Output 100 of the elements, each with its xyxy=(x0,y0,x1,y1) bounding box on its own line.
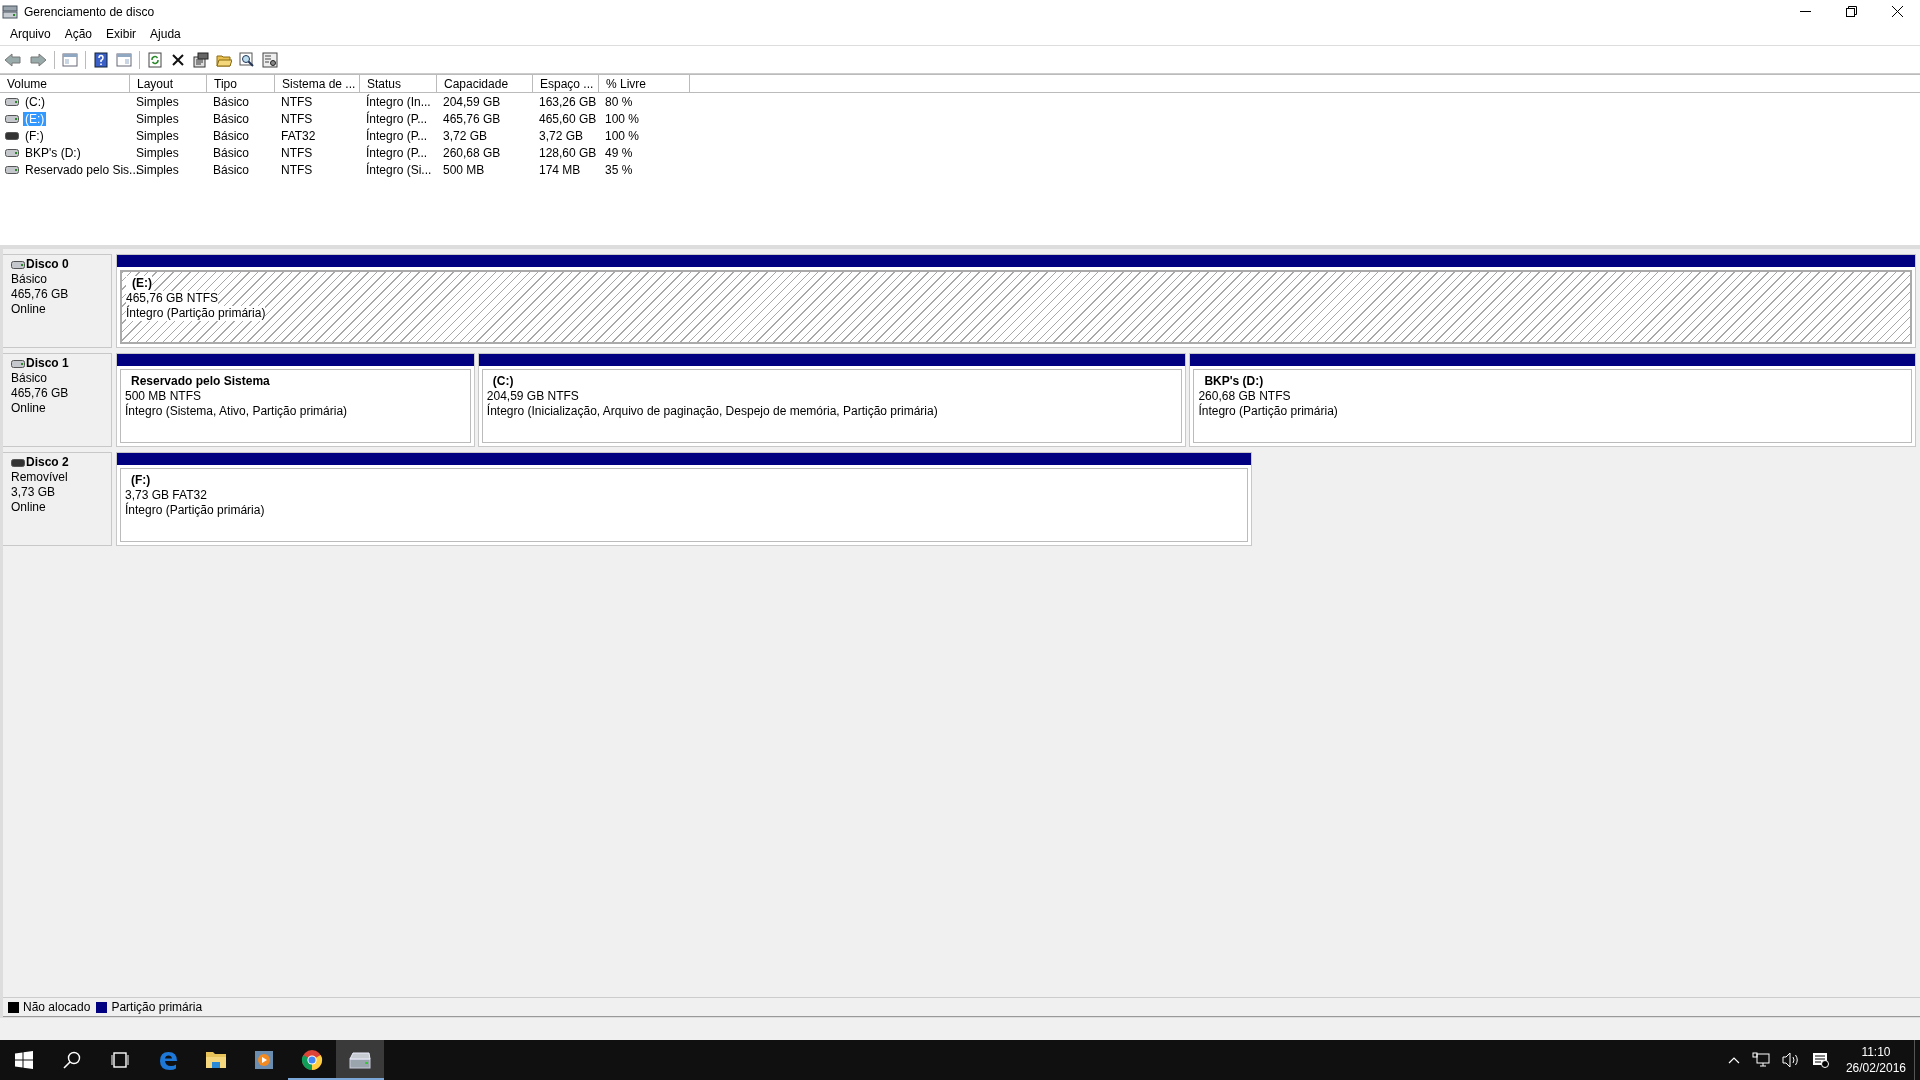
partition-name: (E:) xyxy=(126,276,152,291)
disk-type: Básico xyxy=(11,272,49,287)
speaker-icon[interactable] xyxy=(1781,1052,1800,1068)
window-title: Gerenciamento de disco xyxy=(24,4,155,19)
table-cell: Simples xyxy=(136,162,179,177)
chevron-up-icon[interactable] xyxy=(1727,1056,1740,1064)
partition-status: Íntegro (Inicialização, Arquivo de paginação, Despejo de memória, Partição primária) xyxy=(486,404,938,419)
disk-status: Online xyxy=(11,302,47,317)
clock-time: 11:10 xyxy=(1861,1044,1891,1060)
table-cell: Íntegro (P... xyxy=(366,111,428,126)
close-icon xyxy=(1891,6,1903,17)
table-cell: Simples xyxy=(136,145,179,160)
partition-status: Íntegro (Partição primária) xyxy=(125,503,265,518)
table-cell[interactable]: (F:) xyxy=(23,128,46,143)
task-view-icon xyxy=(110,1052,130,1068)
table-cell: 128,60 GB xyxy=(539,145,597,160)
column-header[interactable]: % Livre xyxy=(599,75,690,92)
clock-date: 26/02/2016 xyxy=(1845,1060,1906,1076)
column-header[interactable]: Tipo xyxy=(207,75,275,92)
partition-block[interactable]: (F:) 3,73 GB FAT32 Íntegro (Partição primária) xyxy=(116,452,1252,546)
table-cell: FAT32 xyxy=(281,128,316,143)
round-browser-logo-icon xyxy=(301,1049,323,1071)
table-cell: 100 % xyxy=(605,128,640,143)
column-header[interactable]: Layout xyxy=(130,75,207,92)
notification-icon[interactable] xyxy=(1811,1052,1830,1068)
removable-drive-icon xyxy=(11,458,25,467)
table-cell: 35 % xyxy=(605,162,633,177)
table-cell: Íntegro (Si... xyxy=(366,162,432,177)
menu-item[interactable]: Arquivo xyxy=(3,25,58,43)
table-cell: 260,68 GB xyxy=(443,145,501,160)
drive-icon xyxy=(11,260,25,269)
help-icon[interactable] xyxy=(93,51,109,68)
partition-block[interactable]: (C:) 204,59 GB NTFS Íntegro (Inicialização, Arquivo de paginação, Despejo de memória, Partição primária) xyxy=(477,353,1187,447)
table-cell: Íntegro (In... xyxy=(366,94,431,109)
settings-icon[interactable] xyxy=(262,51,278,68)
restore-icon xyxy=(1845,6,1857,17)
partition-size: 260,68 GB NTFS xyxy=(1198,389,1291,404)
disk-name: Disco 1 xyxy=(26,356,69,371)
table-cell: 3,72 GB xyxy=(443,128,488,143)
removable-drive-icon xyxy=(5,131,19,140)
disk-status: Online xyxy=(11,401,47,416)
table-cell: Simples xyxy=(136,128,179,143)
table-cell: NTFS xyxy=(281,111,313,126)
table-cell: Íntegro (P... xyxy=(366,145,428,160)
menu-item[interactable]: Exibir xyxy=(99,25,144,43)
table-cell: Básico xyxy=(213,111,250,126)
partition-size: 3,73 GB FAT32 xyxy=(125,488,207,503)
column-header[interactable]: Status xyxy=(360,75,437,92)
refresh-icon[interactable] xyxy=(147,51,163,68)
table-cell: 80 % xyxy=(605,94,633,109)
table-cell: 174 MB xyxy=(539,162,581,177)
network-icon[interactable] xyxy=(1751,1052,1770,1068)
windows-logo-icon xyxy=(15,1051,33,1069)
table-cell: 163,26 GB xyxy=(539,94,597,109)
partition-status: Íntegro (Sistema, Ativo, Partição primária) xyxy=(125,404,348,419)
column-header[interactable]: Volume xyxy=(0,75,130,92)
search-icon xyxy=(63,1051,81,1069)
menu-item[interactable]: Ajuda xyxy=(143,25,188,43)
clock[interactable]: 11:10 26/02/2016 xyxy=(1845,1044,1906,1076)
table-cell: Básico xyxy=(213,128,250,143)
table-cell: 204,59 GB xyxy=(443,94,501,109)
forward-arrow-icon[interactable] xyxy=(29,51,47,68)
letter-e-logo-icon xyxy=(157,1049,179,1071)
table-cell: 100 % xyxy=(605,111,640,126)
table-cell: Básico xyxy=(213,162,250,177)
table-cell: Íntegro (P... xyxy=(366,128,428,143)
disk-size: 465,76 GB xyxy=(11,386,70,401)
drive-icon xyxy=(5,97,19,106)
table-cell: 3,72 GB xyxy=(539,128,584,143)
table-cell: Simples xyxy=(136,94,179,109)
table-cell: NTFS xyxy=(281,162,313,177)
table-cell: 500 MB xyxy=(443,162,485,177)
legend-label: Partição primária xyxy=(111,1000,203,1014)
partition-size: 465,76 GB NTFS xyxy=(126,291,219,306)
partition-block[interactable]: Reservado pelo Sistema 500 MB NTFS Íntegro (Sistema, Ativo, Partição primária) xyxy=(116,353,475,447)
table-cell: Simples xyxy=(136,111,179,126)
drive-icon xyxy=(5,148,19,157)
table-cell: NTFS xyxy=(281,145,313,160)
column-header[interactable]: Sistema de ... xyxy=(275,75,360,92)
disk-size: 3,73 GB xyxy=(11,485,57,500)
table-cell[interactable]: (C:) xyxy=(23,94,47,109)
disk-type: Removível xyxy=(11,470,69,485)
taskbar-app-button[interactable] xyxy=(336,1040,384,1080)
partition-block[interactable]: (E:) 465,76 GB NTFS Íntegro (Partição primária) xyxy=(116,254,1916,348)
properties-icon[interactable] xyxy=(193,51,209,68)
disk-name: Disco 0 xyxy=(26,257,69,272)
table-cell: 465,76 GB xyxy=(443,111,501,126)
menu-item[interactable]: Ação xyxy=(57,25,100,43)
table-cell: Básico xyxy=(213,145,250,160)
partition-block[interactable]: BKP's (D:) 260,68 GB NTFS Íntegro (Partição primária) xyxy=(1189,353,1916,447)
table-cell[interactable]: BKP's (D:) xyxy=(23,145,83,160)
table-cell: Básico xyxy=(213,94,250,109)
drive-icon xyxy=(11,359,25,368)
column-header[interactable]: Capacidade xyxy=(437,75,533,92)
delete-icon[interactable] xyxy=(170,51,186,68)
magnifier-icon[interactable] xyxy=(239,51,255,68)
partition-size: 204,59 GB NTFS xyxy=(486,389,579,404)
disk-type: Básico xyxy=(11,371,49,386)
back-arrow-icon[interactable] xyxy=(4,51,22,68)
column-header[interactable]: Espaço ... xyxy=(533,75,599,92)
